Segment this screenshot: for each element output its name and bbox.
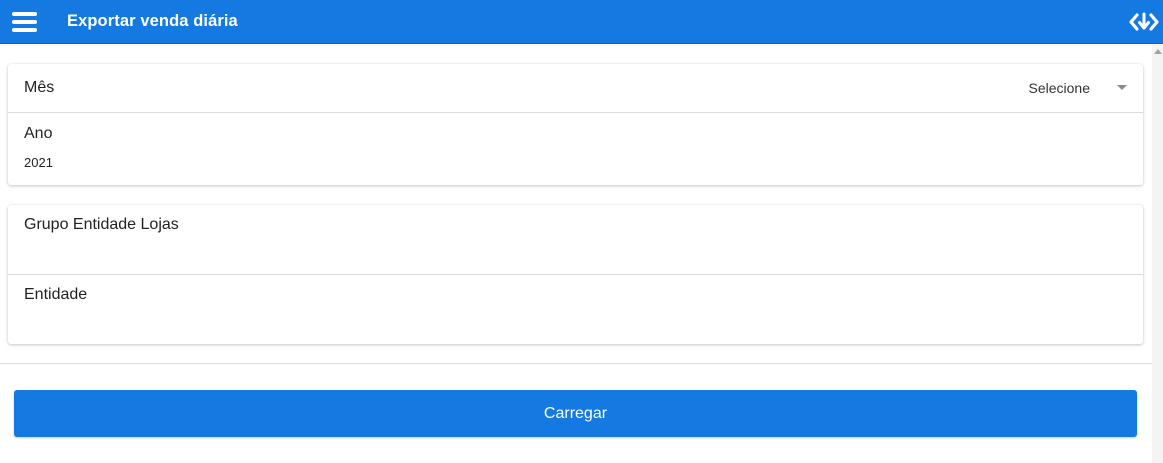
code-download-icon[interactable] xyxy=(1129,10,1159,34)
load-button[interactable]: Carregar xyxy=(14,390,1137,437)
year-input[interactable]: 2021 xyxy=(24,155,53,170)
group-entity-field-row[interactable]: Grupo Entidade Lojas xyxy=(8,205,1143,274)
page-title: Exportar venda diária xyxy=(67,12,238,30)
app-header: Exportar venda diária xyxy=(0,0,1163,44)
year-field-row[interactable]: Ano 2021 xyxy=(8,113,1143,185)
dropdown-arrow-icon[interactable] xyxy=(1117,85,1127,90)
month-select-row[interactable]: Mês Selecione xyxy=(8,64,1143,112)
section-divider xyxy=(0,363,1152,364)
period-card: Mês Selecione Ano 2021 xyxy=(8,64,1143,185)
year-label: Ano xyxy=(24,125,53,142)
entity-card: Grupo Entidade Lojas Entidade xyxy=(8,205,1143,344)
entity-field-row[interactable]: Entidade xyxy=(8,275,1143,344)
vertical-scrollbar[interactable] xyxy=(1152,44,1163,463)
group-entity-label: Grupo Entidade Lojas xyxy=(24,216,179,233)
month-label: Mês xyxy=(24,79,55,96)
month-select-value[interactable]: Selecione xyxy=(1029,80,1091,96)
scroll-up-arrow-icon[interactable] xyxy=(1154,49,1162,54)
entity-label: Entidade xyxy=(24,286,88,303)
hamburger-menu-icon[interactable] xyxy=(12,11,38,33)
